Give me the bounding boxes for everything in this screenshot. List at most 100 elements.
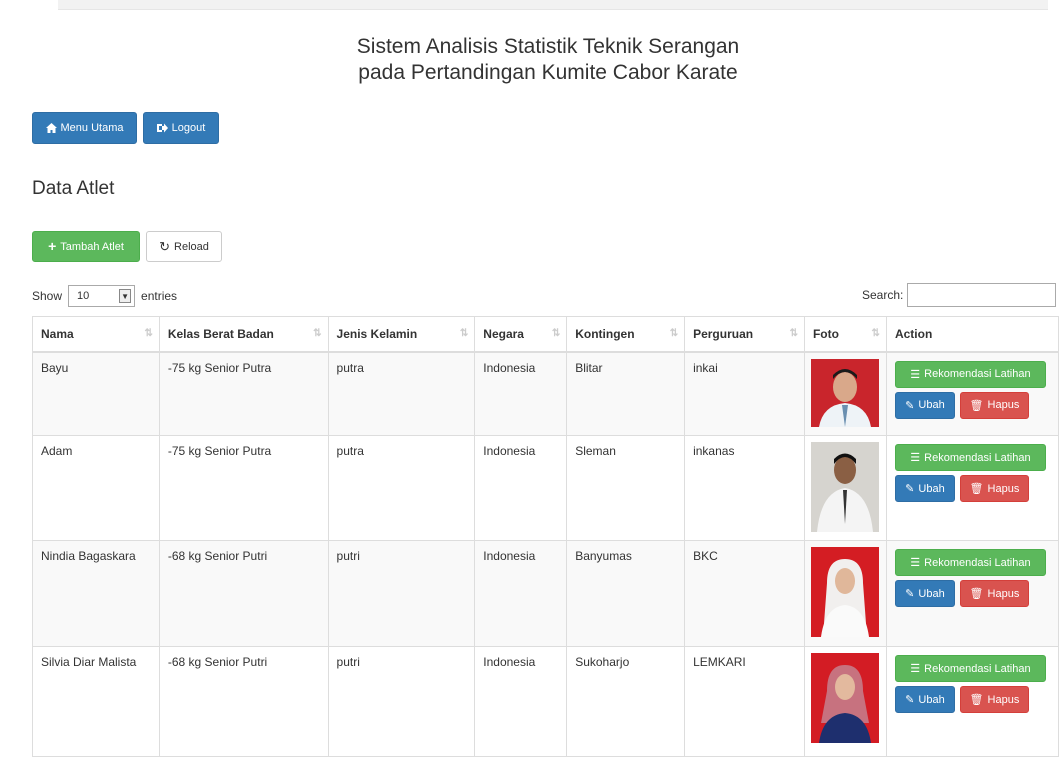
cell-kelas: -75 kg Senior Putra: [158, 435, 329, 541]
column-header-negara[interactable]: Negara ⇅: [474, 316, 568, 353]
search-control: Search:: [862, 283, 1057, 307]
cell-action: ☰ Rekomendasi Latihan ✎ Ubah 🗑 Hapus: [885, 540, 1060, 647]
trash-icon: 🗑: [969, 588, 984, 600]
column-label: Foto: [812, 327, 839, 341]
trash-icon: 🗑: [969, 399, 984, 412]
search-input[interactable]: [907, 283, 1057, 307]
reload-button[interactable]: ↻ Reload: [146, 231, 222, 262]
hapus-button[interactable]: 🗑 Hapus: [959, 686, 1029, 713]
hapus-button[interactable]: 🗑 Hapus: [959, 580, 1029, 607]
cell-kelas: -68 kg Senior Putri: [158, 540, 329, 647]
hapus-button[interactable]: 🗑 Hapus: [959, 391, 1029, 419]
sort-icon: ⇅: [789, 328, 798, 339]
column-header-action: Action: [885, 316, 1060, 353]
column-label: Jenis Kelamin: [336, 327, 418, 341]
ubah-button[interactable]: ✎ Ubah: [894, 580, 955, 607]
sort-icon: ⇅: [871, 328, 880, 339]
list-icon: ☰: [910, 368, 921, 381]
cell-negara: Indonesia: [474, 646, 568, 757]
cell-nama: Nindia Bagaskara: [32, 540, 160, 647]
column-label: Nama: [41, 327, 74, 341]
hapus-label: Hapus: [987, 482, 1020, 495]
rekomendasi-label: Rekomendasi Latihan: [924, 556, 1031, 569]
cell-nama: Bayu: [32, 351, 160, 436]
cell-foto: [803, 351, 887, 436]
trash-icon: 🗑: [969, 483, 984, 495]
cell-action: ☰ Rekomendasi Latihan ✎ Ubah 🗑 Hapus: [885, 351, 1060, 436]
cell-kontingen: Banyumas: [566, 540, 686, 647]
cell-kelas: -75 kg Senior Putra: [158, 351, 329, 436]
ubah-button[interactable]: ✎ Ubah: [894, 391, 955, 419]
cell-perguruan: LEMKARI: [684, 646, 805, 757]
sort-icon: ⇅: [459, 328, 469, 339]
menu-utama-button[interactable]: Menu Utama: [32, 112, 137, 144]
section-title: Data Atlet: [32, 178, 115, 199]
table-row: Bayu -75 kg Senior Putra putra Indonesia…: [32, 351, 1060, 436]
top-bar: [58, 0, 1048, 10]
table-row: Adam -75 kg Senior Putra putra Indonesia…: [32, 435, 1060, 541]
cell-nama: Silvia Diar Malista: [32, 646, 160, 757]
cell-kelas: -68 kg Senior Putri: [158, 646, 329, 757]
rekomendasi-latihan-button[interactable]: ☰ Rekomendasi Latihan: [894, 549, 1046, 576]
cell-foto: [803, 646, 887, 757]
rekomendasi-label: Rekomendasi Latihan: [924, 451, 1031, 464]
rekomendasi-latihan-button[interactable]: ☰ Rekomendasi Latihan: [894, 655, 1046, 682]
ubah-label: Ubah: [918, 399, 945, 411]
athlete-photo: [810, 547, 879, 637]
cell-foto: [803, 540, 887, 647]
hapus-label: Hapus: [987, 693, 1020, 706]
column-label: Perguruan: [693, 327, 754, 341]
cell-kontingen: Sukoharjo: [566, 646, 686, 757]
table-row: Nindia Bagaskara -68 kg Senior Putri put…: [32, 540, 1060, 647]
rekomendasi-latihan-button[interactable]: ☰ Rekomendasi Latihan: [894, 360, 1046, 388]
column-header-foto[interactable]: Foto ⇅: [803, 316, 887, 353]
cell-negara: Indonesia: [474, 351, 568, 436]
table-row: Silvia Diar Malista -68 kg Senior Putri …: [32, 646, 1060, 757]
chevron-down-icon: ▼: [119, 289, 132, 303]
sort-icon: ⇅: [144, 328, 153, 339]
hapus-label: Hapus: [987, 399, 1020, 411]
rekomendasi-label: Rekomendasi Latihan: [924, 662, 1031, 675]
sort-icon: ⇅: [313, 328, 322, 339]
ubah-button[interactable]: ✎ Ubah: [894, 686, 955, 713]
refresh-icon: ↻: [159, 239, 171, 254]
title-line-2: pada Pertandingan Kumite Cabor Karate: [358, 61, 738, 84]
athlete-photo: [810, 358, 879, 427]
list-icon: ☰: [910, 557, 921, 569]
cell-kontingen: Blitar: [566, 351, 686, 436]
table-header-row: Nama ⇅ Kelas Berat Badan ⇅ Jenis Kelamin ⇅ …: [32, 316, 1060, 353]
cell-perguruan: inkanas: [684, 435, 805, 541]
cell-jenis-kelamin: putra: [327, 435, 476, 541]
rekomendasi-latihan-button[interactable]: ☰ Rekomendasi Latihan: [894, 444, 1046, 471]
cell-perguruan: inkai: [684, 351, 805, 436]
column-header-nama[interactable]: Nama ⇅: [32, 316, 160, 353]
tambah-atlet-button[interactable]: + Tambah Atlet: [32, 231, 140, 262]
hapus-button[interactable]: 🗑 Hapus: [959, 475, 1029, 502]
column-header-perguruan[interactable]: Perguruan ⇅: [684, 316, 805, 353]
logout-button[interactable]: Logout: [143, 112, 219, 144]
entries-select[interactable]: 10 ▼: [68, 285, 136, 307]
column-header-kelas[interactable]: Kelas Berat Badan ⇅: [158, 316, 329, 353]
home-icon: [45, 123, 57, 133]
logout-icon: [156, 123, 168, 133]
list-icon: ☰: [910, 452, 921, 464]
sort-icon: ⇅: [551, 328, 561, 339]
column-label: Action: [894, 327, 933, 341]
ubah-button[interactable]: ✎ Ubah: [894, 475, 955, 502]
ubah-label: Ubah: [918, 482, 945, 495]
athlete-photo: [810, 653, 879, 743]
column-header-kontingen[interactable]: Kontingen ⇅: [566, 316, 686, 353]
column-header-jenis-kelamin[interactable]: Jenis Kelamin ⇅: [327, 316, 476, 353]
show-label: Show: [32, 289, 63, 303]
pencil-icon: ✎: [905, 483, 915, 495]
cell-action: ☰ Rekomendasi Latihan ✎ Ubah 🗑 Hapus: [885, 646, 1060, 757]
column-label: Kelas Berat Badan: [167, 327, 274, 341]
entries-control: Show 10 ▼ entries: [32, 285, 177, 307]
cell-foto: [803, 435, 887, 541]
cell-nama: Adam: [32, 435, 160, 541]
rekomendasi-label: Rekomendasi Latihan: [924, 368, 1031, 380]
column-label: Negara: [483, 327, 524, 341]
cell-jenis-kelamin: putri: [327, 646, 476, 757]
column-label: Kontingen: [575, 327, 635, 341]
list-icon: ☰: [910, 663, 921, 675]
